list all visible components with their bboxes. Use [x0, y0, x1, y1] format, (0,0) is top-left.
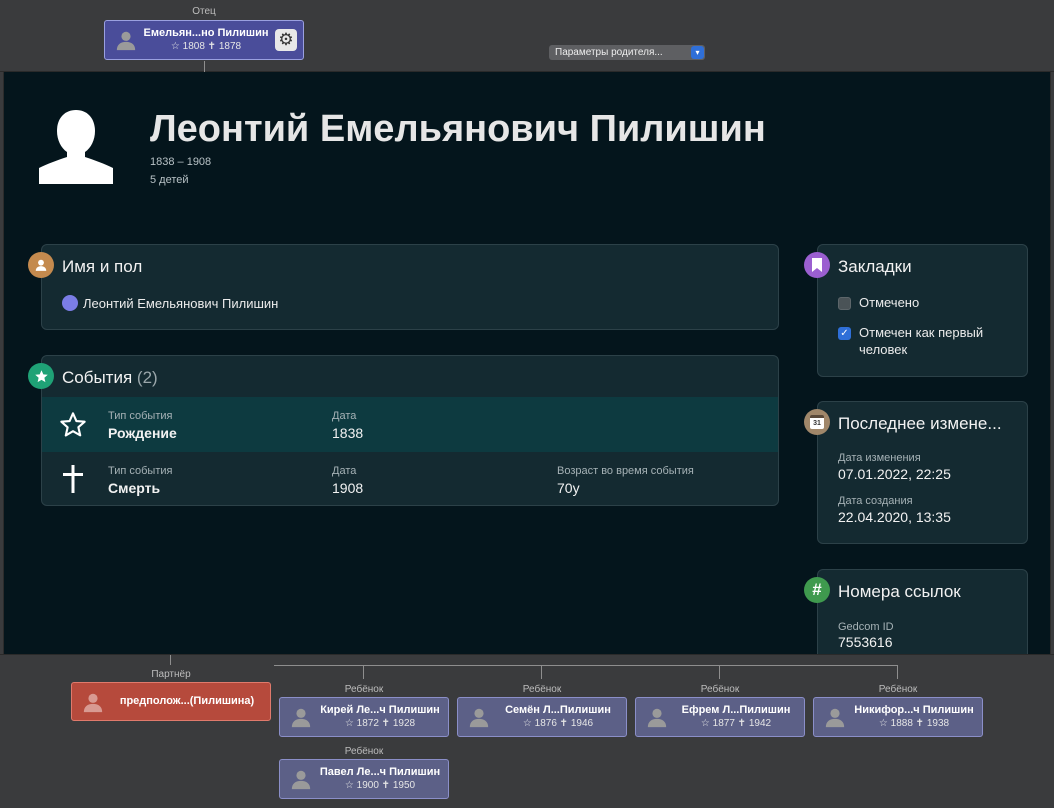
bookmarks-card: Закладки Отмечено ✓ Отмечен как первый ч…	[817, 244, 1028, 377]
child-name: Ефрем Л...Пилишин	[681, 704, 791, 716]
events-card: События (2) Тип события Рождение Дата 18…	[41, 355, 779, 506]
child-dates: ☆ 1888 ✝ 1938	[878, 718, 950, 729]
person-avatar-icon	[39, 110, 113, 184]
child-label: Ребёнок	[522, 684, 562, 695]
person-silhouette-icon	[469, 708, 489, 728]
changed-label: Дата изменения	[838, 452, 921, 464]
name-row[interactable]: Леонтий Емельянович Пилишин	[62, 295, 278, 311]
person-silhouette-icon	[647, 708, 667, 728]
event-row-birth[interactable]: Тип события Рождение Дата 1838	[42, 397, 778, 452]
child-name: Кирей Ле...ч Пилишин	[320, 704, 440, 716]
parents-bar: Отец Емельян...но Пилишин ☆ 1808 ✝ 1878 …	[0, 0, 1054, 72]
event-date-label: Дата	[332, 410, 357, 422]
gedcom-label: Gedcom ID	[838, 621, 894, 633]
child-label: Ребёнок	[344, 684, 384, 695]
family-bar: Партнёр предполож...(Пилишина) Ребёнок К…	[0, 654, 1054, 808]
partner-label: Партнёр	[151, 669, 191, 680]
child-dates: ☆ 1872 ✝ 1928	[344, 718, 416, 729]
person-badge-icon	[28, 252, 54, 278]
father-dates: ☆ 1808 ✝ 1878	[170, 41, 242, 52]
calendar-badge-icon: 31	[804, 409, 830, 435]
marked-checkbox[interactable]: Отмечено	[838, 295, 919, 310]
event-date-label: Дата	[332, 465, 357, 477]
event-age: 70y	[557, 480, 580, 496]
child-card[interactable]: Никифор...ч Пилишин ☆ 1888 ✝ 1938	[813, 697, 983, 737]
person-silhouette-icon	[116, 31, 136, 51]
parent-options-select[interactable]: Параметры родителя... ▾	[549, 45, 705, 60]
child-card[interactable]: Кирей Ле...ч Пилишин ☆ 1872 ✝ 1928	[279, 697, 449, 737]
father-label: Отец	[192, 6, 216, 17]
full-name: Леонтий Емельянович Пилишин	[83, 295, 279, 311]
partner-card[interactable]: предполож...(Пилишина)	[71, 682, 271, 721]
children-count: 5 детей	[150, 174, 189, 186]
child-label: Ребёнок	[344, 746, 384, 757]
child-label: Ребёнок	[878, 684, 918, 695]
checkbox-checked-icon: ✓	[838, 327, 851, 340]
bookmark-badge-icon	[804, 252, 830, 278]
created-date: 22.04.2020, 13:35	[838, 509, 951, 525]
child-card[interactable]: Ефрем Л...Пилишин ☆ 1877 ✝ 1942	[635, 697, 805, 737]
events-star-badge-icon	[28, 363, 54, 389]
child-card[interactable]: Павел Ле...ч Пилишин ☆ 1900 ✝ 1950	[279, 759, 449, 799]
references-title: Номера ссылок	[838, 582, 961, 601]
gedcom-id: 7553616	[838, 634, 893, 650]
person-silhouette-icon	[825, 708, 845, 728]
person-silhouette-icon	[291, 770, 311, 790]
child-dates: ☆ 1900 ✝ 1950	[344, 780, 416, 791]
event-age-label: Возраст во время события	[557, 465, 694, 477]
person-silhouette-icon	[83, 693, 103, 712]
name-gender-card: Имя и пол Леонтий Емельянович Пилишин	[41, 244, 779, 330]
event-date: 1838	[332, 425, 364, 441]
child-label: Ребёнок	[700, 684, 740, 695]
cross-icon	[63, 465, 83, 493]
name-gender-title: Имя и пол	[62, 257, 143, 276]
child-dates: ☆ 1876 ✝ 1946	[522, 718, 594, 729]
person-name: Леонтий Емельянович Пилишин	[150, 108, 766, 150]
references-card: Номера ссылок Gedcom ID 7553616	[817, 569, 1028, 654]
changed-date: 07.01.2022, 22:25	[838, 466, 951, 482]
event-type: Рождение	[108, 425, 177, 441]
gender-dot-icon	[62, 295, 78, 311]
child-name: Семён Л...Пилишин	[505, 704, 611, 716]
first-person-checkbox[interactable]: ✓ Отмечен как первый человек	[838, 324, 1018, 358]
created-label: Дата создания	[838, 495, 913, 507]
event-date: 1908	[332, 480, 364, 496]
events-title: События (2)	[62, 368, 158, 387]
last-change-card: Последнее измене... Дата изменения 07.01…	[817, 401, 1028, 544]
child-card[interactable]: Семён Л...Пилишин ☆ 1876 ✝ 1946	[457, 697, 627, 737]
child-dates: ☆ 1877 ✝ 1942	[700, 718, 772, 729]
hash-badge-icon: #	[804, 577, 830, 603]
event-type: Смерть	[108, 480, 161, 496]
gear-icon[interactable]: ⚙	[275, 29, 297, 51]
chevron-down-icon: ▾	[691, 46, 704, 59]
person-lifespan: 1838 – 1908	[150, 156, 212, 168]
last-change-title: Последнее измене...	[838, 414, 1002, 433]
father-card[interactable]: Емельян...но Пилишин ☆ 1808 ✝ 1878 ⚙	[104, 20, 304, 60]
event-type-label: Тип события	[108, 410, 173, 422]
child-name: Никифор...ч Пилишин	[854, 704, 974, 716]
checkbox-unchecked-icon	[838, 297, 851, 310]
event-type-label: Тип события	[108, 465, 173, 477]
partner-name: предполож...(Пилишина)	[119, 695, 255, 707]
star-icon	[60, 412, 86, 437]
person-details: Леонтий Емельянович Пилишин 1838 – 1908 …	[3, 72, 1051, 654]
event-row-death[interactable]: Тип события Смерть Дата 1908 Возраст во …	[42, 452, 778, 505]
person-silhouette-icon	[291, 708, 311, 728]
child-name: Павел Ле...ч Пилишин	[319, 766, 441, 778]
bookmarks-title: Закладки	[838, 257, 912, 276]
father-name: Емельян...но Пилишин	[143, 27, 269, 39]
